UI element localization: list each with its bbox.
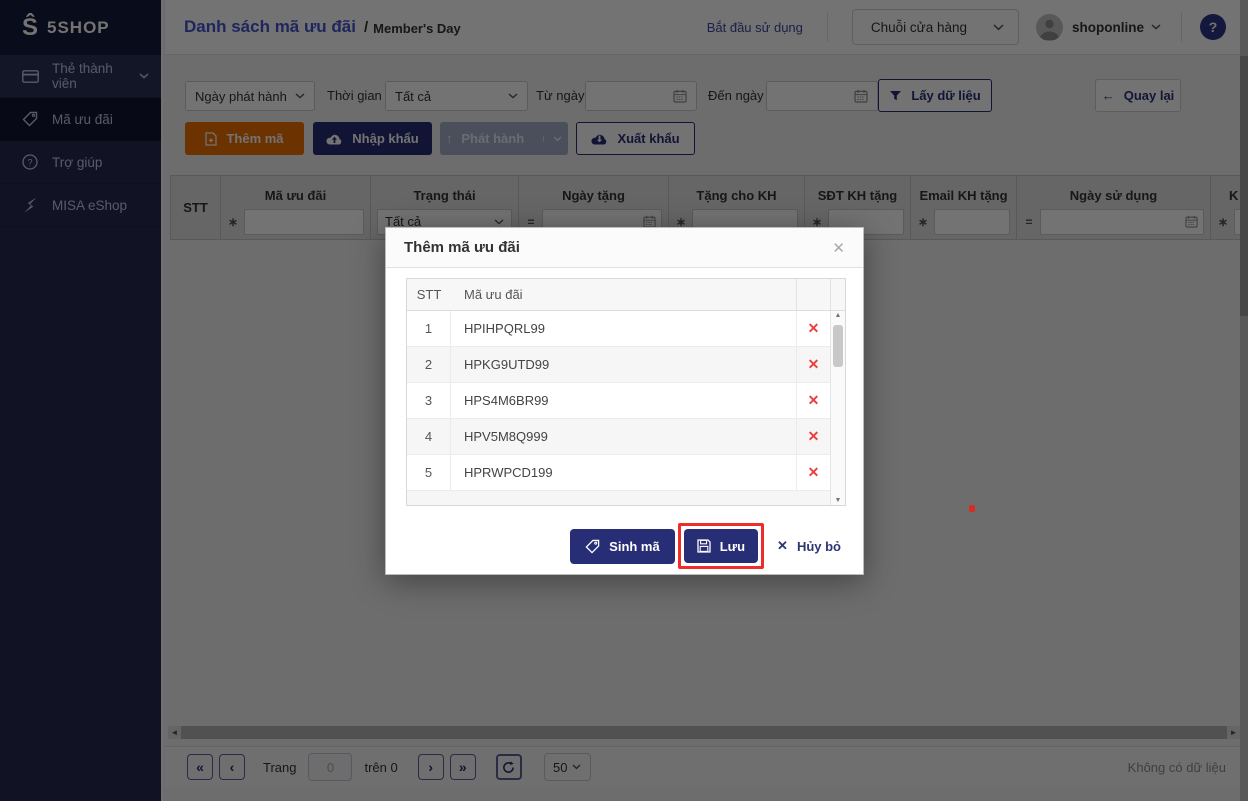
table-row: 4 HPV5M8Q999 ✕ (407, 419, 830, 455)
modal-table-body: 1 HPIHPQRL99 ✕ 2 HPKG9UTD99 ✕ 3 HPS4M6BR… (407, 311, 830, 505)
table-row: 5 HPRWPCD199 ✕ (407, 455, 830, 491)
modal-scrollbar[interactable]: ▲ ▼ (830, 311, 845, 505)
close-icon: ✕ (777, 538, 788, 553)
coupon-code-cell[interactable]: HPRWPCD199 (451, 455, 796, 490)
coupon-code-cell[interactable]: HPKG9UTD99 (451, 347, 796, 382)
generate-codes-label: Sinh mã (609, 538, 660, 554)
table-row-partial (407, 491, 830, 505)
delete-row-button[interactable]: ✕ (796, 419, 830, 454)
table-row: 2 HPKG9UTD99 ✕ (407, 347, 830, 383)
modal-col-stt: STT (416, 287, 442, 302)
coupon-code-cell[interactable]: HPIHPQRL99 (451, 311, 796, 346)
row-index: 3 (407, 383, 451, 418)
modal-col-code: Mã ưu đãi (464, 287, 523, 302)
table-row: 3 HPS4M6BR99 ✕ (407, 383, 830, 419)
modal-col-actions (796, 279, 830, 310)
table-row: 1 HPIHPQRL99 ✕ (407, 311, 830, 347)
coupon-code-cell[interactable]: HPS4M6BR99 (451, 383, 796, 418)
save-label: Lưu (719, 538, 746, 554)
row-index: 1 (407, 311, 451, 346)
generate-codes-button[interactable]: Sinh mã (570, 528, 675, 564)
annotation-click-dot (969, 505, 975, 512)
scroll-up-icon[interactable]: ▲ (831, 312, 845, 319)
modal-col-scroll (830, 279, 845, 310)
row-index: 4 (407, 419, 451, 454)
modal-code-table: STT Mã ưu đãi 1 HPIHPQRL99 ✕ 2 HPKG9UTD9… (406, 278, 846, 506)
delete-row-button[interactable]: ✕ (796, 383, 830, 418)
scroll-down-icon[interactable]: ▼ (831, 497, 845, 504)
modal-header: Thêm mã ưu đãi ✕ (386, 228, 863, 268)
modal-table-header: STT Mã ưu đãi (407, 279, 845, 311)
modal-title: Thêm mã ưu đãi (404, 239, 520, 256)
close-icon[interactable]: ✕ (832, 239, 845, 257)
modal-footer: Sinh mã Lưu ✕ Hủy bỏ (570, 516, 841, 576)
save-icon (697, 539, 711, 553)
row-index: 5 (407, 455, 451, 490)
app-window: Ŝ 5SHOP Thẻ thành viên Mã ưu đãi ? Trợ g… (0, 0, 1248, 801)
save-button[interactable]: Lưu (683, 529, 759, 563)
add-coupon-modal: Thêm mã ưu đãi ✕ STT Mã ưu đãi 1 HPIHPQR… (385, 227, 864, 575)
modal-scroll-thumb[interactable] (833, 325, 843, 367)
delete-row-button[interactable]: ✕ (796, 455, 830, 490)
cancel-label: Hủy bỏ (796, 538, 841, 554)
row-index: 2 (407, 347, 451, 382)
tag-icon (585, 539, 600, 554)
annotation-highlight: Lưu (677, 523, 765, 569)
cancel-button[interactable]: ✕ Hủy bỏ (777, 538, 841, 554)
delete-row-button[interactable]: ✕ (796, 347, 830, 382)
coupon-code-cell[interactable]: HPV5M8Q999 (451, 419, 796, 454)
delete-row-button[interactable]: ✕ (796, 311, 830, 346)
